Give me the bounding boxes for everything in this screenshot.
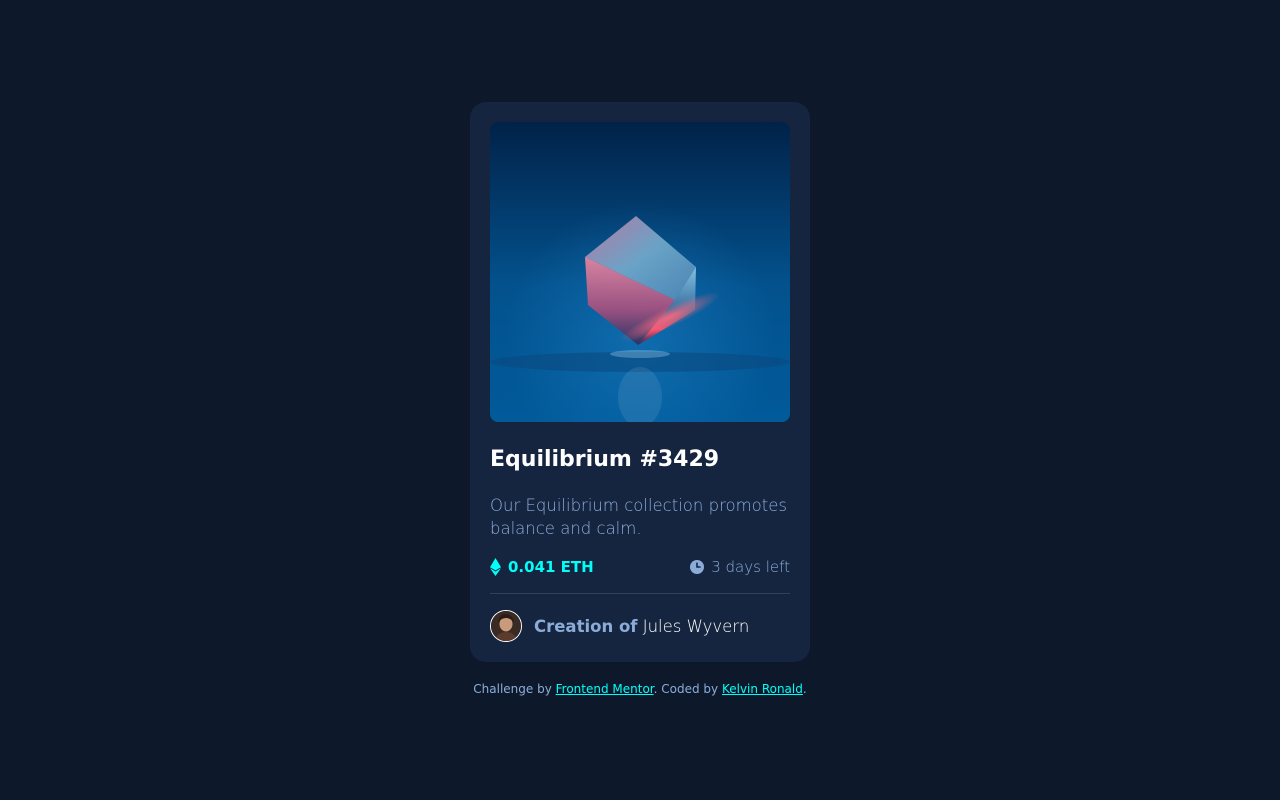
time-left-label: 3 days left — [711, 558, 790, 576]
attribution-suffix: . — [802, 682, 807, 696]
ethereum-icon — [490, 558, 501, 576]
nft-preview-card: Equilibrium #3429 Our Equilibrium collec… — [470, 102, 810, 662]
creator-info: Creation of Jules Wyvern — [490, 610, 749, 642]
avatar — [490, 610, 522, 642]
nft-description: Our Equilibrium collection promotes bala… — [490, 496, 787, 538]
frontend-mentor-link[interactable]: Frontend Mentor — [556, 682, 654, 696]
creator-name-link[interactable]: Jules Wyvern — [643, 617, 750, 636]
equilibrium-cube-image — [490, 122, 790, 422]
author-link[interactable]: Kelvin Ronald — [722, 682, 803, 696]
clock-icon — [690, 560, 705, 574]
attribution: Challenge by Frontend Mentor. Coded by K… — [0, 682, 1280, 696]
nft-image-link[interactable] — [490, 122, 790, 422]
attribution-middle: . Coded by — [653, 682, 719, 696]
creator-text: Creation of Jules Wyvern — [534, 617, 749, 636]
time-remaining: 3 days left — [690, 558, 790, 576]
creator-prefix: Creation of — [534, 616, 638, 636]
nft-title[interactable]: Equilibrium #3429 — [490, 447, 719, 473]
price-value: 0.041 ETH — [490, 558, 594, 576]
divider — [490, 593, 790, 594]
nft-stats: 0.041 ETH 3 days left — [490, 558, 790, 580]
attribution-prefix: Challenge by — [473, 682, 552, 696]
price-label: 0.041 ETH — [508, 558, 594, 576]
